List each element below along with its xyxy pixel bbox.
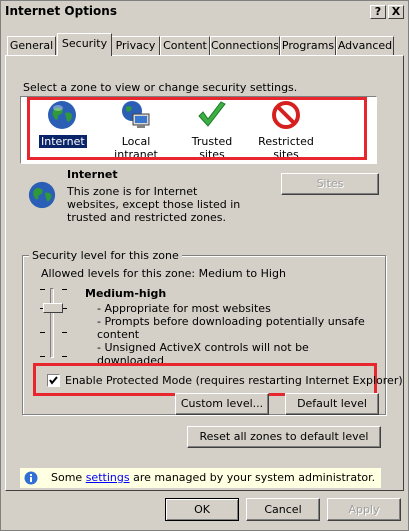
title-bar[interactable]: Internet Options ? X (1, 1, 408, 23)
ok-button[interactable]: OK (165, 498, 239, 521)
custom-level-button[interactable]: Custom level... (175, 393, 269, 415)
tab-programs[interactable]: Programs (280, 36, 336, 55)
highlight-box-zones (27, 97, 367, 160)
admin-info-text: Some settings are managed by your system… (51, 471, 375, 484)
internet-options-dialog: Internet Options ? X General Security Pr… (0, 0, 409, 531)
default-level-button[interactable]: Default level (285, 393, 379, 415)
zone-description: This zone is for Internet websites, exce… (67, 185, 241, 224)
level-bullet: - Appropriate for most websites (97, 302, 271, 315)
allowed-levels-text: Allowed levels for this zone: Medium to … (41, 267, 286, 280)
help-button[interactable]: ? (370, 5, 386, 19)
tab-content[interactable]: Content (160, 36, 210, 55)
globe-icon (28, 181, 56, 209)
zone-title: Internet (67, 168, 118, 181)
tab-connections[interactable]: Connections (210, 36, 280, 55)
level-bullet: - Prompts before downloading potentially… (97, 315, 365, 341)
zone-prompt: Select a zone to view or change security… (23, 81, 298, 94)
level-name: Medium-high (85, 287, 167, 300)
sites-button[interactable]: Sites (281, 173, 379, 195)
settings-link[interactable]: settings (86, 471, 130, 484)
apply-button[interactable]: Apply (327, 498, 401, 521)
info-suffix: are managed by your system administrator… (129, 471, 376, 484)
tab-advanced[interactable]: Advanced (336, 36, 394, 55)
info-icon (24, 471, 38, 485)
security-level-slider[interactable] (34, 286, 74, 360)
protected-mode-label[interactable]: Enable Protected Mode (requires restarti… (65, 374, 403, 387)
tab-strip: General Security Privacy Content Connect… (5, 33, 405, 56)
cancel-button[interactable]: Cancel (246, 498, 320, 521)
protected-mode-checkbox[interactable] (47, 374, 60, 387)
info-prefix: Some (51, 471, 86, 484)
close-button[interactable]: X (388, 5, 404, 19)
reset-all-zones-button[interactable]: Reset all zones to default level (187, 426, 381, 448)
window-title: Internet Options (5, 4, 117, 18)
slider-thumb[interactable] (43, 303, 63, 313)
admin-info-bar: Some settings are managed by your system… (20, 468, 381, 488)
tab-privacy[interactable]: Privacy (111, 36, 160, 55)
tab-security[interactable]: Security (57, 33, 112, 56)
tab-general[interactable]: General (7, 36, 56, 55)
level-description: - Appropriate for most websites - Prompt… (97, 302, 372, 367)
checkmark-icon (49, 376, 58, 385)
security-level-group-label: Security level for this zone (29, 249, 182, 262)
